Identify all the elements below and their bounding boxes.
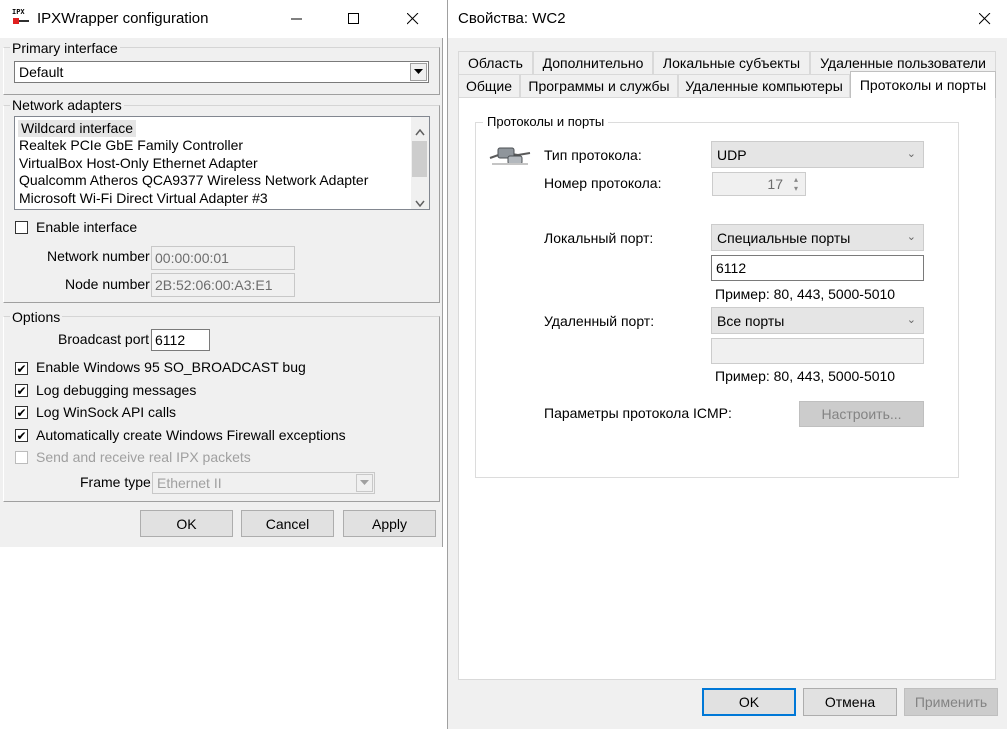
tab-protocols-ports[interactable]: Протоколы и порты xyxy=(850,71,996,98)
log-winsock-label: Log WinSock API calls xyxy=(36,404,177,420)
adapters-listbox[interactable]: Wildcard interface Realtek PCIe GbE Fami… xyxy=(14,116,430,210)
apply-button[interactable]: Apply xyxy=(343,510,436,537)
close-button[interactable] xyxy=(390,0,436,38)
window-title: IPXWrapper configuration xyxy=(37,10,209,27)
checkmark-icon: ✔ xyxy=(16,383,27,398)
list-item[interactable]: VirtualBox Host-Only Ethernet Adapter xyxy=(19,155,258,172)
window-title: Свойства: WC2 xyxy=(458,10,566,27)
real-ipx-label: Send and receive real IPX packets xyxy=(36,449,251,465)
title-bar[interactable]: Свойства: WC2 xyxy=(448,0,1007,38)
checkmark-icon: ✔ xyxy=(16,405,27,420)
remote-port-label: Удаленный порт: xyxy=(544,313,655,329)
checkmark-icon: ✔ xyxy=(16,361,27,376)
local-port-label: Локальный порт: xyxy=(544,230,654,246)
network-cable-icon xyxy=(488,142,532,173)
frame-type-select[interactable]: Ethernet II xyxy=(152,472,375,494)
local-port-input[interactable]: 6112 xyxy=(711,255,924,281)
node-number-field[interactable]: 2B:52:06:00:A3:E1 xyxy=(151,273,295,297)
so-broadcast-label: Enable Windows 95 SO_BROADCAST bug xyxy=(36,359,306,375)
remote-port-example: Пример: 80, 443, 5000-5010 xyxy=(715,368,896,384)
list-item[interactable]: Realtek PCIe GbE Family Controller xyxy=(19,137,243,154)
enable-interface-checkbox[interactable] xyxy=(15,221,28,234)
enable-interface-label: Enable interface xyxy=(36,219,138,235)
network-number-field[interactable]: 00:00:00:01 xyxy=(151,246,295,270)
ipxwrapper-window: IPX IPXWrapper configuration Primary int… xyxy=(0,0,443,547)
frame-type-label: Frame type xyxy=(80,474,151,490)
tab-local-principals[interactable]: Локальные субъекты xyxy=(653,51,810,74)
apply-button[interactable]: Применить xyxy=(904,688,998,716)
remote-port-input[interactable] xyxy=(711,338,924,364)
network-adapters-label: Network adapters xyxy=(10,97,124,113)
log-winsock-checkbox[interactable]: ✔ xyxy=(15,406,28,419)
title-bar[interactable]: IPX IPXWrapper configuration xyxy=(0,0,443,38)
cancel-button[interactable]: Cancel xyxy=(241,510,334,537)
log-debug-checkbox[interactable]: ✔ xyxy=(15,384,28,397)
list-item[interactable]: Wildcard interface xyxy=(18,120,137,137)
spin-down-icon[interactable]: ▾ xyxy=(789,184,803,193)
minimize-button[interactable] xyxy=(274,0,320,38)
maximize-button[interactable] xyxy=(331,0,377,38)
dropdown-arrow-icon[interactable] xyxy=(356,474,373,492)
primary-interface-label: Primary interface xyxy=(10,40,120,56)
tab-scope[interactable]: Область xyxy=(458,51,533,74)
cancel-button[interactable]: Отмена xyxy=(803,688,897,716)
chevron-down-icon: ⌄ xyxy=(906,231,916,243)
maximize-icon xyxy=(348,13,359,24)
broadcast-port-input[interactable]: 6112 xyxy=(151,329,210,351)
ok-button[interactable]: OK xyxy=(140,510,233,537)
list-item[interactable]: Microsoft Wi-Fi Direct Virtual Adapter #… xyxy=(19,190,268,207)
firewall-checkbox[interactable]: ✔ xyxy=(15,429,28,442)
list-item[interactable]: Qualcomm Atheros QCA9377 Wireless Networ… xyxy=(19,172,368,189)
chevron-down-icon: ⌄ xyxy=(906,314,916,326)
scroll-down-icon[interactable] xyxy=(415,194,425,210)
network-number-label: Network number xyxy=(47,248,150,264)
node-number-label: Node number xyxy=(65,276,150,292)
tab-general[interactable]: Общие xyxy=(458,74,520,97)
local-port-example: Пример: 80, 443, 5000-5010 xyxy=(715,286,896,302)
scroll-thumb[interactable] xyxy=(412,141,427,177)
local-port-select[interactable]: Специальные порты ⌄ xyxy=(711,224,924,251)
primary-interface-select[interactable]: Default xyxy=(14,61,429,83)
protocol-number-label: Номер протокола: xyxy=(544,175,662,191)
close-button[interactable] xyxy=(962,0,1007,38)
properties-window: Свойства: WC2 Область Дополнительно Лока… xyxy=(447,0,1007,729)
remote-port-select[interactable]: Все порты ⌄ xyxy=(711,307,924,334)
scroll-up-icon[interactable] xyxy=(415,123,425,139)
ipx-app-icon: IPX xyxy=(11,8,31,28)
scrollbar[interactable] xyxy=(411,117,429,209)
options-label: Options xyxy=(10,309,63,325)
dropdown-arrow-icon[interactable] xyxy=(410,63,427,81)
checkmark-icon: ✔ xyxy=(16,428,27,443)
tab-programs-services[interactable]: Программы и службы xyxy=(520,74,678,97)
group-label: Протоколы и порты xyxy=(483,114,609,129)
chevron-down-icon: ⌄ xyxy=(906,148,916,160)
real-ipx-checkbox[interactable] xyxy=(15,451,28,464)
firewall-label: Automatically create Windows Firewall ex… xyxy=(36,427,346,443)
broadcast-port-label: Broadcast port xyxy=(58,331,150,347)
tab-remote-computers[interactable]: Удаленные компьютеры xyxy=(678,74,850,97)
tab-advanced[interactable]: Дополнительно xyxy=(533,51,653,74)
log-debug-label: Log debugging messages xyxy=(36,382,197,398)
spin-up-icon[interactable]: ▴ xyxy=(789,175,803,184)
protocol-type-label: Тип протокола: xyxy=(544,147,642,163)
close-icon xyxy=(979,13,991,25)
icmp-label: Параметры протокола ICMP: xyxy=(544,405,732,421)
protocol-number-spinner[interactable]: 17 ▴ ▾ xyxy=(712,172,806,196)
close-icon xyxy=(407,13,419,25)
icmp-customize-button[interactable]: Настроить... xyxy=(799,401,924,427)
minimize-icon xyxy=(291,18,302,20)
ok-button[interactable]: OK xyxy=(702,688,796,716)
protocol-type-select[interactable]: UDP ⌄ xyxy=(711,141,924,168)
so-broadcast-checkbox[interactable]: ✔ xyxy=(15,362,28,375)
